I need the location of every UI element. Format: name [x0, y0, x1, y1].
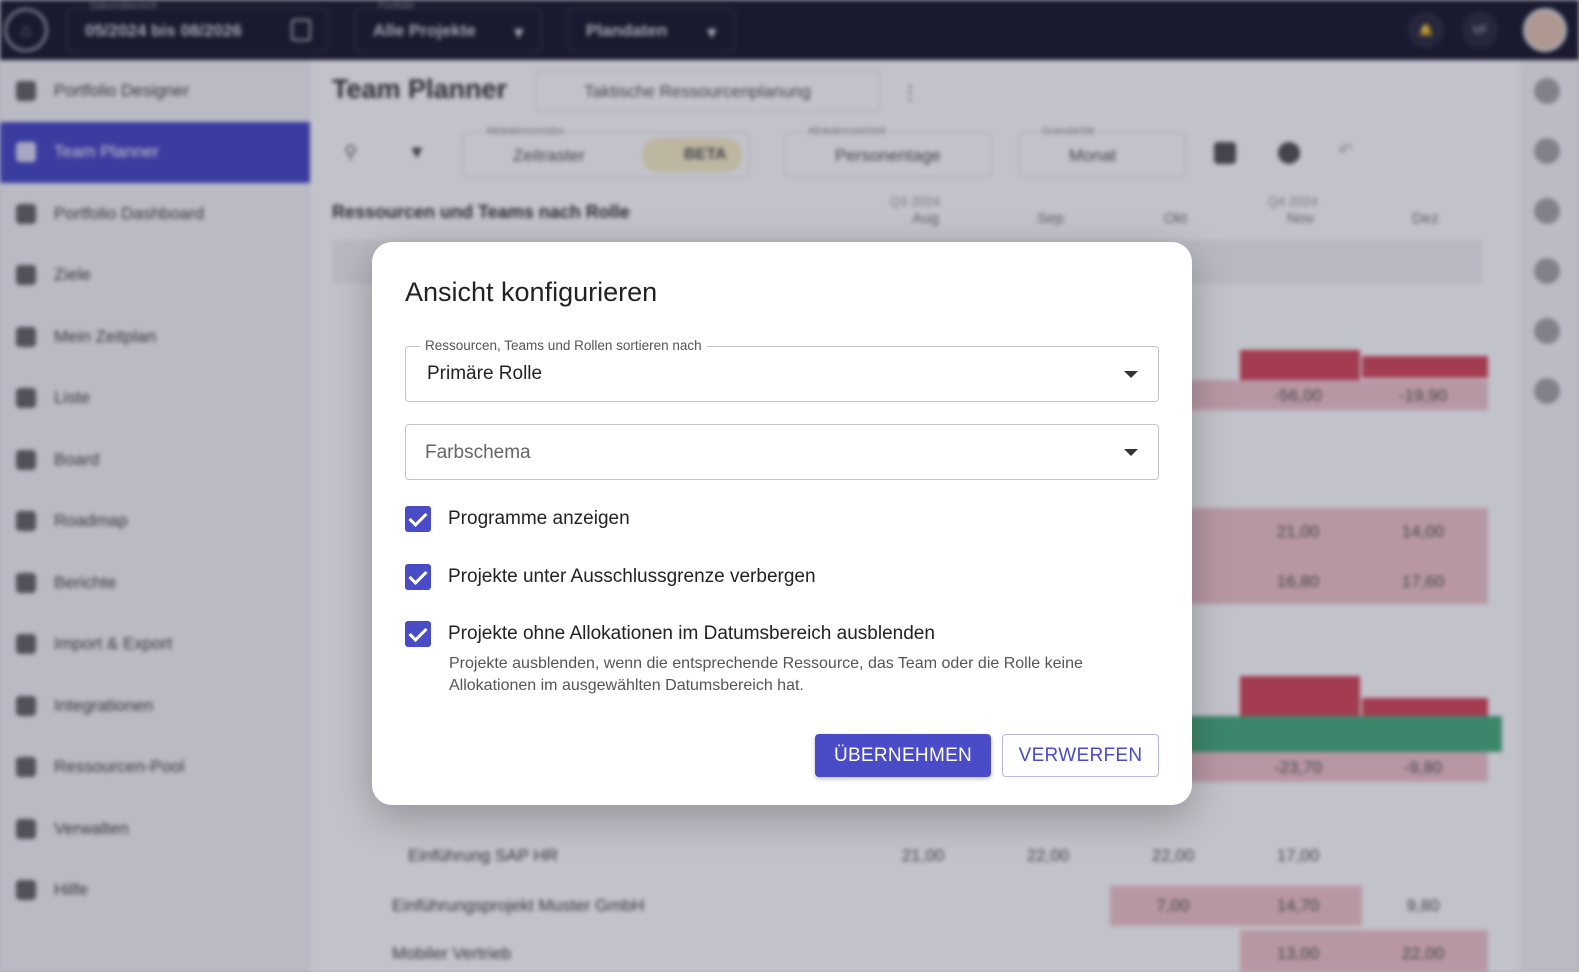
sort-by-value: Primäre Rolle — [427, 363, 543, 384]
show-programs-option[interactable]: Programme anzeigen — [405, 506, 630, 532]
dropdown-arrow-icon — [1124, 449, 1138, 456]
show-programs-label: Programme anzeigen — [448, 508, 630, 529]
color-scheme-placeholder: Farbschema — [425, 442, 531, 463]
hide-below-threshold-label: Projekte unter Ausschlussgrenze verberge… — [448, 566, 816, 587]
apply-button[interactable]: ÜBERNEHMEN — [815, 734, 991, 777]
hide-without-allocations-option[interactable]: Projekte ohne Allokationen im Datumsbere… — [405, 621, 935, 647]
show-programs-checkbox[interactable] — [405, 506, 431, 532]
hide-without-allocations-help: Projekte ausblenden, wenn die entspreche… — [449, 655, 1083, 694]
hide-without-allocations-label: Projekte ohne Allokationen im Datumsbere… — [448, 623, 935, 644]
dialog-title: Ansicht konfigurieren — [405, 277, 658, 307]
configure-view-dialog: Ansicht konfigurieren Ressourcen, Teams … — [372, 242, 1192, 805]
hide-below-threshold-option[interactable]: Projekte unter Ausschlussgrenze verberge… — [405, 564, 816, 590]
color-scheme-select[interactable]: Farbschema — [405, 424, 1159, 480]
sort-by-label: Ressourcen, Teams und Rollen sortieren n… — [420, 338, 707, 353]
dropdown-arrow-icon — [1124, 371, 1138, 378]
hide-below-threshold-checkbox[interactable] — [405, 564, 431, 590]
discard-button[interactable]: VERWERFEN — [1002, 734, 1159, 777]
hide-without-allocations-checkbox[interactable] — [405, 621, 431, 647]
sort-by-select[interactable]: Ressourcen, Teams und Rollen sortieren n… — [405, 338, 1159, 402]
